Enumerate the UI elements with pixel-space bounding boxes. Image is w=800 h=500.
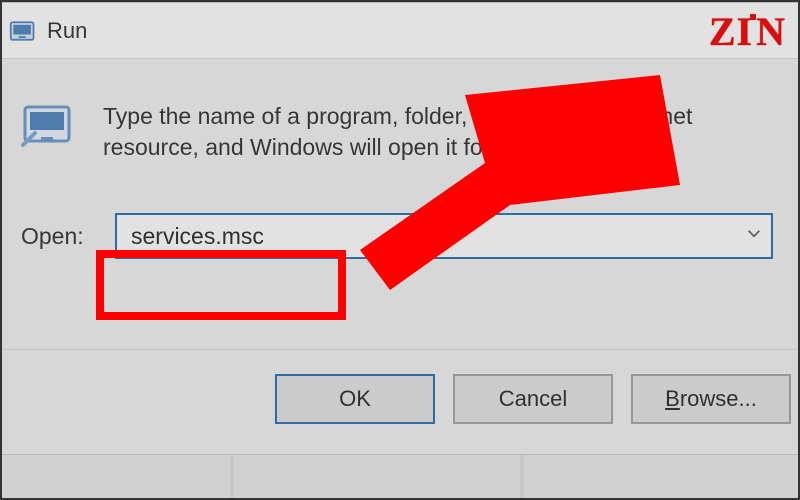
open-input[interactable] (115, 213, 773, 259)
titlebar: Run (0, 3, 800, 59)
run-large-icon (21, 97, 77, 153)
cancel-button[interactable]: Cancel (453, 374, 613, 424)
dialog-content: Type the name of a program, folder, docu… (0, 59, 800, 349)
window-title: Run (47, 18, 87, 44)
button-row: OK Cancel Browse... (0, 349, 800, 454)
description-row: Type the name of a program, folder, docu… (21, 97, 783, 163)
run-icon (9, 17, 37, 45)
watermark-logo: ZIN (709, 12, 786, 52)
ok-button[interactable]: OK (275, 374, 435, 424)
description-text: Type the name of a program, folder, docu… (103, 97, 783, 163)
open-combo-wrap (115, 213, 773, 259)
browse-button[interactable]: Browse... (631, 374, 791, 424)
browse-label-tail: rowse... (680, 386, 757, 411)
run-dialog: Run Type the name of a program, folder, … (0, 2, 800, 455)
open-label: Open: (21, 223, 101, 250)
open-row: Open: (21, 213, 783, 259)
